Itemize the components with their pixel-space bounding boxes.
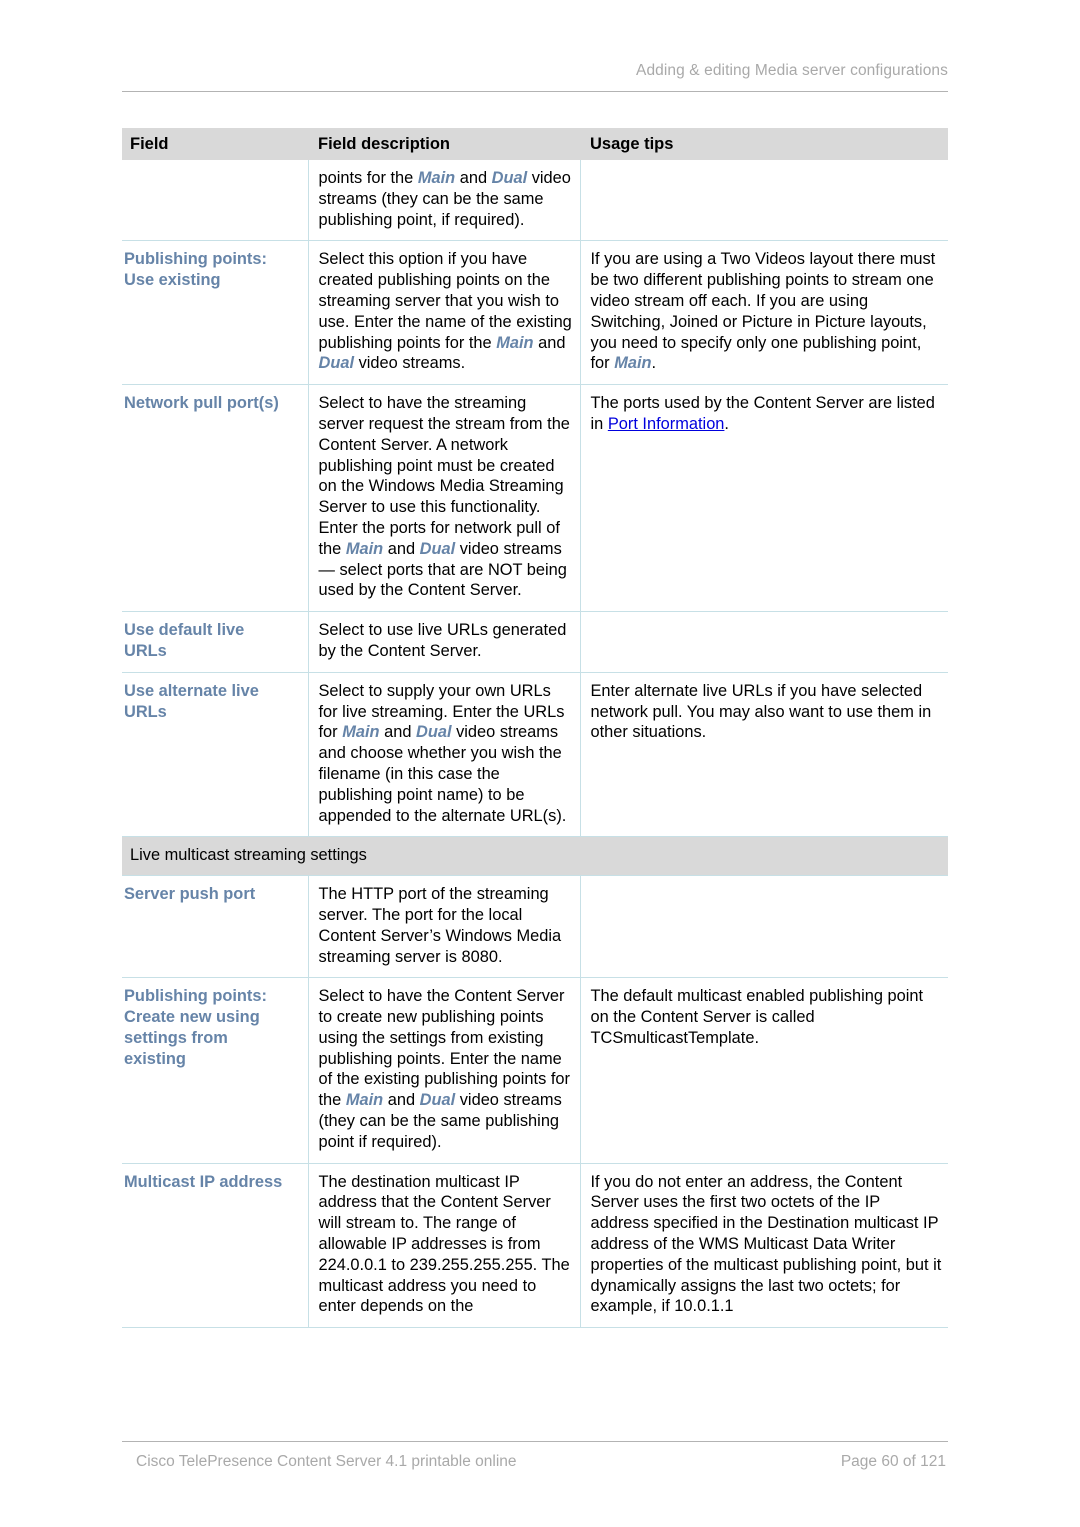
cell-usage-tips: Enter alternate live URLs if you have se… <box>579 671 948 837</box>
emphasis-term: Dual <box>491 169 528 187</box>
table-row: points for the Main and Dual video strea… <box>122 160 948 241</box>
cell-usage-tips: The default multicast enabled publishing… <box>579 977 948 1164</box>
cell-field-name: Server push port <box>122 875 308 978</box>
field-reference-table: Field Field description Usage tips point… <box>122 128 948 1328</box>
emphasis-term: Main <box>614 354 652 373</box>
table-row: Publishing points: Create new using settin… <box>122 977 948 1164</box>
emphasis-term: Dual <box>416 723 452 742</box>
cell-field-description: The destination multicast IP address tha… <box>307 1162 580 1328</box>
field-label-line: Network pull port(s) <box>124 394 279 413</box>
column-header-field-description: Field description <box>308 128 580 160</box>
field-label-line: URLs <box>124 641 167 660</box>
cell-field-name: Multicast IP address <box>122 1162 308 1328</box>
emphasis-term: Main <box>496 333 534 352</box>
table-row: Network pull port(s) Select to have the s… <box>122 384 948 612</box>
emphasis-term: Main <box>345 539 384 558</box>
cell-usage-tips: If you are using a Two Videos layout the… <box>579 240 948 385</box>
cell-field-description: Select to supply your own URLs for live … <box>307 671 580 837</box>
field-label-line: Use alternate live <box>124 681 259 700</box>
cell-usage-tips <box>579 875 948 978</box>
table-row: Server push port The HTTP port of the str… <box>122 875 948 978</box>
field-label-line: Server push port <box>124 885 256 904</box>
cell-usage-tips: The ports used by the Content Server are… <box>579 384 948 612</box>
field-label-line: Use default live <box>124 621 245 640</box>
table-header-row: Field Field description Usage tips <box>122 128 948 160</box>
field-label-line: URLs <box>124 702 167 721</box>
cell-field-name: Use default live URLs <box>122 611 308 673</box>
footer-page-number: Page 60 of 121 <box>840 1453 946 1470</box>
cell-field-name: Publishing points: Create new using settin… <box>122 977 308 1164</box>
cell-usage-tips <box>579 611 948 673</box>
table-header: Field Field description Usage tips <box>122 128 948 160</box>
cell-field-description: Select to have the Content Server to cre… <box>307 977 580 1164</box>
running-header: Adding & editing Media server configurat… <box>636 62 948 79</box>
table-row: Multicast IP address The destination mult… <box>122 1162 948 1328</box>
field-label-line: settings from <box>124 1028 228 1047</box>
cell-field-description: points for the Main and Dual video strea… <box>307 160 580 241</box>
emphasis-term: Main <box>345 1091 384 1110</box>
cell-field-name <box>122 160 308 241</box>
emphasis-term: Dual <box>419 1091 456 1110</box>
column-header-field: Field <box>122 128 308 160</box>
header-divider <box>122 91 948 92</box>
cell-field-name: Network pull port(s) <box>122 384 308 612</box>
cell-field-name: Use alternate live URLs <box>122 671 308 837</box>
table-body: points for the Main and Dual video strea… <box>122 160 948 1328</box>
emphasis-term: Dual <box>318 354 355 373</box>
document-page: Adding & editing Media server configurat… <box>0 0 1080 1527</box>
cell-usage-tips: If you do not enter an address, the Cont… <box>579 1162 948 1328</box>
field-label-line: Publishing points: <box>124 250 267 269</box>
field-label-line: Multicast IP address <box>124 1172 283 1191</box>
emphasis-term: Main <box>417 169 456 187</box>
footer-divider <box>122 1441 948 1443</box>
column-header-usage-tips: Usage tips <box>580 128 948 160</box>
emphasis-term: Dual <box>419 539 456 558</box>
cell-field-description: Select this option if you have created p… <box>307 240 580 385</box>
table-row: Publishing points: Use existing Select thi… <box>122 240 948 385</box>
field-label-line: existing <box>124 1049 186 1068</box>
field-label-line: Publishing points: <box>124 987 267 1006</box>
field-label-line: Create new using <box>124 1008 260 1027</box>
table-section-row: Live multicast streaming settings <box>122 836 948 876</box>
table-bottom-divider <box>122 1327 948 1329</box>
field-label-line: Use existing <box>124 271 221 290</box>
cell-field-description: Select to have the streaming server requ… <box>307 384 580 612</box>
table-row: Use alternate live URLs Select to supply y… <box>122 671 948 837</box>
cross-reference-link[interactable]: Port Information <box>608 415 725 433</box>
section-label: Live multicast streaming settings <box>122 836 948 876</box>
cell-field-name: Publishing points: Use existing <box>122 240 308 385</box>
cell-usage-tips <box>579 160 948 241</box>
table-row: Use default live URLs Select to use live U… <box>122 611 948 673</box>
cell-field-description: The HTTP port of the streaming server. T… <box>307 875 580 978</box>
emphasis-term: Main <box>342 723 380 742</box>
footer-document-title: Cisco TelePresence Content Server 4.1 pr… <box>136 1453 517 1470</box>
cell-field-description: Select to use live URLs generated by the… <box>307 611 580 673</box>
